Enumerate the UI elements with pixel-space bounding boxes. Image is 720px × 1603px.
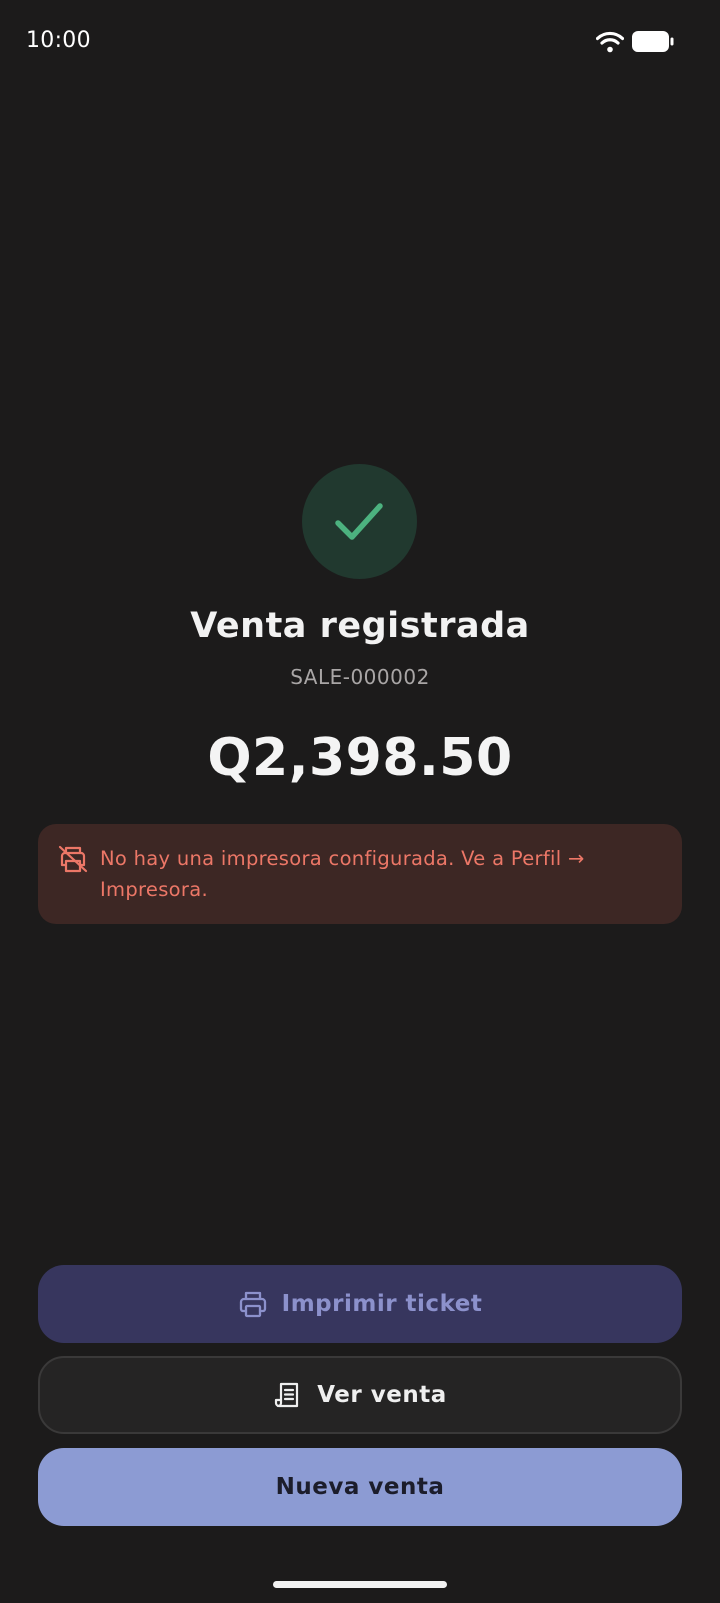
new-sale-button[interactable]: Nueva venta	[38, 1448, 682, 1526]
status-time: 10:00	[26, 28, 91, 53]
status-bar: 10:00	[0, 0, 720, 84]
sale-id: SALE-000002	[290, 665, 430, 689]
printer-icon	[239, 1291, 266, 1318]
print-ticket-label: Imprimir ticket	[281, 1291, 483, 1317]
receipt-icon	[275, 1382, 299, 1408]
success-badge	[302, 464, 417, 579]
view-sale-button[interactable]: Ver venta	[38, 1356, 682, 1434]
alert-message: No hay una impresora configurada. Ve a P…	[100, 847, 585, 901]
view-sale-label: Ver venta	[317, 1382, 447, 1408]
checkmark-icon	[335, 503, 383, 540]
wifi-icon	[596, 31, 624, 53]
home-indicator[interactable]	[273, 1581, 447, 1588]
battery-icon	[632, 31, 674, 52]
sale-amount: Q2,398.50	[207, 728, 513, 788]
printer-off-icon	[58, 845, 88, 873]
page-title: Venta registrada	[190, 606, 530, 646]
printer-warning-alert: No hay una impresora configurada. Ve a P…	[38, 824, 682, 924]
new-sale-label: Nueva venta	[275, 1474, 445, 1500]
print-ticket-button[interactable]: Imprimir ticket	[38, 1265, 682, 1343]
